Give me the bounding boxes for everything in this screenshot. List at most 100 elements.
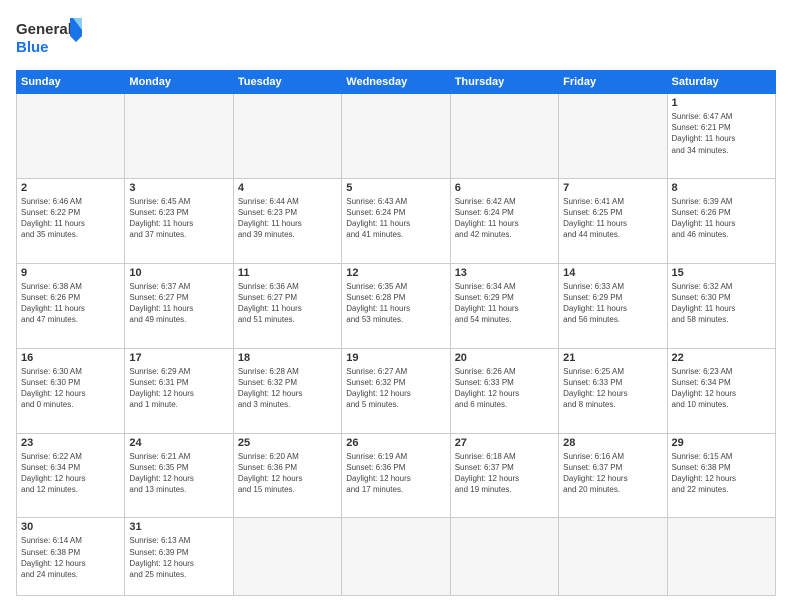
calendar-page: General Blue SundayMondayTuesdayWednesda…	[0, 0, 792, 612]
calendar-cell: 10Sunrise: 6:37 AM Sunset: 6:27 PM Dayli…	[125, 263, 233, 348]
calendar-cell: 5 Sunrise: 6:43 AM Sunset: 6:24 PM Daylig…	[342, 178, 450, 263]
calendar-cell: 13Sunrise: 6:34 AM Sunset: 6:29 PM Dayli…	[450, 263, 558, 348]
calendar-cell: 25 Sunrise: 6:20 AM Sunset: 6:36 PM Dayli…	[233, 433, 341, 518]
calendar-cell	[667, 518, 775, 596]
day-info: Sunrise: 6:20 AM Sunset: 6:36 PM Dayligh…	[238, 451, 337, 496]
calendar-cell: 18 Sunrise: 6:28 AM Sunset: 6:32 PM Dayli…	[233, 348, 341, 433]
day-number: 11	[238, 267, 337, 279]
calendar-cell: 24Sunrise: 6:21 AM Sunset: 6:35 PM Dayli…	[125, 433, 233, 518]
week-row-1: 1 Sunrise: 6:47 AM Sunset: 6:21 PM Daylig…	[17, 94, 776, 179]
calendar-cell: 20Sunrise: 6:26 AM Sunset: 6:33 PM Dayli…	[450, 348, 558, 433]
day-number: 5	[346, 182, 445, 194]
calendar-cell	[17, 94, 125, 179]
day-info: Sunrise: 6:15 AM Sunset: 6:38 PM Dayligh…	[672, 451, 771, 496]
day-info: Sunrise: 6:18 AM Sunset: 6:37 PM Dayligh…	[455, 451, 554, 496]
day-info: Sunrise: 6:44 AM Sunset: 6:23 PM Dayligh…	[238, 196, 337, 241]
day-number: 25	[238, 437, 337, 449]
calendar-cell: 4 Sunrise: 6:44 AM Sunset: 6:23 PM Daylig…	[233, 178, 341, 263]
svg-text:Blue: Blue	[16, 39, 49, 56]
calendar-cell	[233, 518, 341, 596]
day-number: 27	[455, 437, 554, 449]
day-info: Sunrise: 6:38 AM Sunset: 6:26 PM Dayligh…	[21, 281, 120, 326]
day-info: Sunrise: 6:32 AM Sunset: 6:30 PM Dayligh…	[672, 281, 771, 326]
day-info: Sunrise: 6:36 AM Sunset: 6:27 PM Dayligh…	[238, 281, 337, 326]
calendar-cell: 19Sunrise: 6:27 AM Sunset: 6:32 PM Dayli…	[342, 348, 450, 433]
day-number: 22	[672, 352, 771, 364]
calendar-cell: 23Sunrise: 6:22 AM Sunset: 6:34 PM Dayli…	[17, 433, 125, 518]
day-number: 10	[129, 267, 228, 279]
day-info: Sunrise: 6:14 AM Sunset: 6:38 PM Dayligh…	[21, 535, 120, 580]
logo: General Blue	[16, 16, 86, 60]
week-row-3: 9 Sunrise: 6:38 AM Sunset: 6:26 PM Daylig…	[17, 263, 776, 348]
calendar-cell: 7 Sunrise: 6:41 AM Sunset: 6:25 PM Daylig…	[559, 178, 667, 263]
weekday-header-thursday: Thursday	[450, 71, 558, 94]
calendar-cell	[559, 94, 667, 179]
svg-text:General: General	[16, 21, 72, 38]
calendar-cell: 28Sunrise: 6:16 AM Sunset: 6:37 PM Dayli…	[559, 433, 667, 518]
day-number: 14	[563, 267, 662, 279]
calendar-cell: 27 Sunrise: 6:18 AM Sunset: 6:37 PM Dayli…	[450, 433, 558, 518]
day-info: Sunrise: 6:30 AM Sunset: 6:30 PM Dayligh…	[21, 366, 120, 411]
day-info: Sunrise: 6:28 AM Sunset: 6:32 PM Dayligh…	[238, 366, 337, 411]
day-info: Sunrise: 6:47 AM Sunset: 6:21 PM Dayligh…	[672, 111, 771, 156]
weekday-header-row: SundayMondayTuesdayWednesdayThursdayFrid…	[17, 71, 776, 94]
header: General Blue	[16, 16, 776, 60]
calendar-cell: 8 Sunrise: 6:39 AM Sunset: 6:26 PM Daylig…	[667, 178, 775, 263]
day-number: 18	[238, 352, 337, 364]
day-number: 1	[672, 97, 771, 109]
day-info: Sunrise: 6:45 AM Sunset: 6:23 PM Dayligh…	[129, 196, 228, 241]
weekday-header-saturday: Saturday	[667, 71, 775, 94]
day-info: Sunrise: 6:13 AM Sunset: 6:39 PM Dayligh…	[129, 535, 228, 580]
day-number: 6	[455, 182, 554, 194]
day-number: 8	[672, 182, 771, 194]
day-number: 30	[21, 521, 120, 533]
calendar-cell: 31 Sunrise: 6:13 AM Sunset: 6:39 PM Dayli…	[125, 518, 233, 596]
day-number: 9	[21, 267, 120, 279]
calendar-cell: 21Sunrise: 6:25 AM Sunset: 6:33 PM Dayli…	[559, 348, 667, 433]
day-info: Sunrise: 6:22 AM Sunset: 6:34 PM Dayligh…	[21, 451, 120, 496]
calendar-cell: 22 Sunrise: 6:23 AM Sunset: 6:34 PM Dayli…	[667, 348, 775, 433]
calendar-cell	[450, 94, 558, 179]
day-info: Sunrise: 6:41 AM Sunset: 6:25 PM Dayligh…	[563, 196, 662, 241]
day-info: Sunrise: 6:29 AM Sunset: 6:31 PM Dayligh…	[129, 366, 228, 411]
day-number: 28	[563, 437, 662, 449]
calendar-cell: 15 Sunrise: 6:32 AM Sunset: 6:30 PM Dayli…	[667, 263, 775, 348]
calendar-cell: 12 Sunrise: 6:35 AM Sunset: 6:28 PM Dayli…	[342, 263, 450, 348]
day-number: 4	[238, 182, 337, 194]
calendar-cell	[342, 518, 450, 596]
day-info: Sunrise: 6:34 AM Sunset: 6:29 PM Dayligh…	[455, 281, 554, 326]
day-info: Sunrise: 6:23 AM Sunset: 6:34 PM Dayligh…	[672, 366, 771, 411]
day-number: 17	[129, 352, 228, 364]
week-row-6: 30 Sunrise: 6:14 AM Sunset: 6:38 PM Dayli…	[17, 518, 776, 596]
day-number: 2	[21, 182, 120, 194]
day-number: 31	[129, 521, 228, 533]
day-number: 20	[455, 352, 554, 364]
logo-svg: General Blue	[16, 16, 86, 60]
weekday-header-sunday: Sunday	[17, 71, 125, 94]
day-info: Sunrise: 6:46 AM Sunset: 6:22 PM Dayligh…	[21, 196, 120, 241]
day-info: Sunrise: 6:35 AM Sunset: 6:28 PM Dayligh…	[346, 281, 445, 326]
week-row-5: 23Sunrise: 6:22 AM Sunset: 6:34 PM Dayli…	[17, 433, 776, 518]
day-info: Sunrise: 6:33 AM Sunset: 6:29 PM Dayligh…	[563, 281, 662, 326]
day-info: Sunrise: 6:25 AM Sunset: 6:33 PM Dayligh…	[563, 366, 662, 411]
calendar-cell	[450, 518, 558, 596]
day-number: 24	[129, 437, 228, 449]
calendar-cell: 9 Sunrise: 6:38 AM Sunset: 6:26 PM Daylig…	[17, 263, 125, 348]
weekday-header-friday: Friday	[559, 71, 667, 94]
calendar-table: SundayMondayTuesdayWednesdayThursdayFrid…	[16, 70, 776, 596]
day-info: Sunrise: 6:43 AM Sunset: 6:24 PM Dayligh…	[346, 196, 445, 241]
day-info: Sunrise: 6:39 AM Sunset: 6:26 PM Dayligh…	[672, 196, 771, 241]
day-number: 3	[129, 182, 228, 194]
calendar-cell	[559, 518, 667, 596]
weekday-header-wednesday: Wednesday	[342, 71, 450, 94]
calendar-cell: 2 Sunrise: 6:46 AM Sunset: 6:22 PM Daylig…	[17, 178, 125, 263]
calendar-cell: 11 Sunrise: 6:36 AM Sunset: 6:27 PM Dayli…	[233, 263, 341, 348]
weekday-header-tuesday: Tuesday	[233, 71, 341, 94]
day-number: 15	[672, 267, 771, 279]
day-number: 12	[346, 267, 445, 279]
day-number: 29	[672, 437, 771, 449]
weekday-header-monday: Monday	[125, 71, 233, 94]
calendar-cell	[125, 94, 233, 179]
day-number: 7	[563, 182, 662, 194]
day-number: 26	[346, 437, 445, 449]
